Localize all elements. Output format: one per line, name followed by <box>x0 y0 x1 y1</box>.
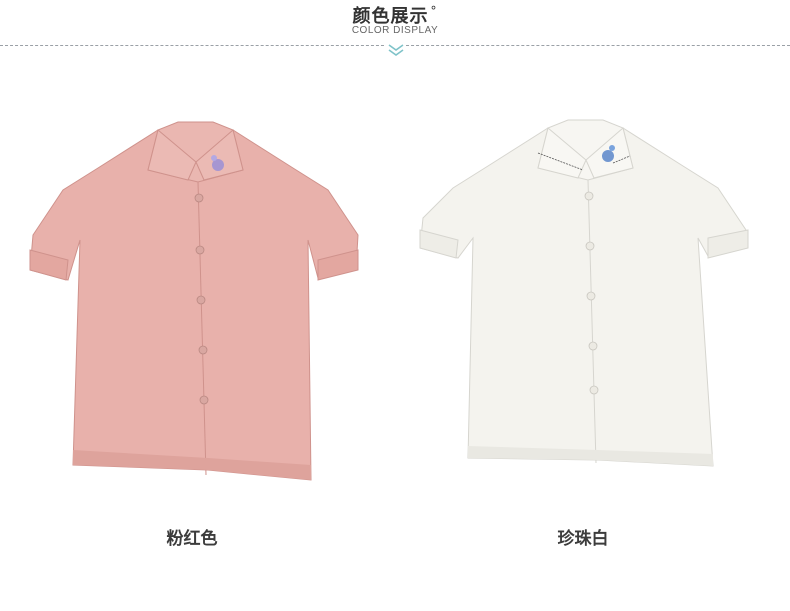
product-white-shirt[interactable] <box>418 118 753 488</box>
section-title-text: 颜色展示 <box>352 6 429 27</box>
color-display-page: 颜色展示 ° COLOR DISPLAY 粉红色 珍珠白 <box>0 0 790 611</box>
pink-shirt-image <box>29 121 359 481</box>
pink-shirt-body <box>29 129 359 481</box>
double-chevron-down-icon <box>386 42 406 56</box>
white-shirt-image <box>419 119 749 467</box>
product-pink-label: 粉红色 <box>166 529 218 549</box>
product-white-label: 珍珠白 <box>557 529 609 549</box>
section-subtitle: COLOR DISPLAY <box>351 25 439 36</box>
section-title-mark: ° <box>430 4 438 18</box>
product-pink-shirt[interactable] <box>28 120 363 490</box>
